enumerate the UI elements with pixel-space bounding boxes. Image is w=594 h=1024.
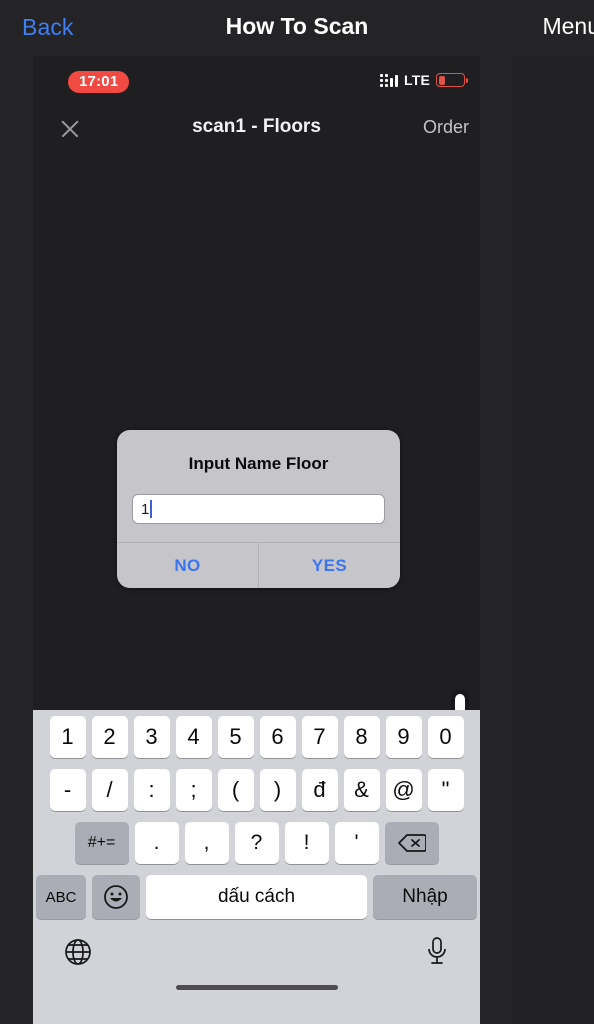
key-space[interactable]: dấu cách [146,875,367,919]
key-apostrophe[interactable]: ' [334,822,379,864]
app-header: Back How To Scan Menu [0,0,594,56]
input-name-floor-dialog: Input Name Floor 1 NO YES [117,430,400,588]
floor-name-input-value: 1 [141,500,150,518]
order-button[interactable]: Order [423,117,469,138]
key-1[interactable]: 1 [49,716,86,758]
page-title: How To Scan [225,13,369,39]
key-dong[interactable]: đ [301,769,338,811]
keyboard-bottom-bar [36,930,477,1000]
key-at[interactable]: @ [385,769,422,811]
key-semicolon[interactable]: ; [175,769,212,811]
key-4[interactable]: 4 [175,716,212,758]
key-period[interactable]: . [134,822,179,864]
emoji-smiley-icon[interactable] [92,875,140,919]
key-colon[interactable]: : [133,769,170,811]
scan-title: scan1 - Floors [192,116,321,137]
text-caret [150,500,153,518]
key-9[interactable]: 9 [385,716,422,758]
dialog-field-wrapper: 1 [117,474,400,542]
microphone-icon[interactable] [425,936,449,971]
key-slash[interactable]: / [91,769,128,811]
key-8[interactable]: 8 [343,716,380,758]
key-question[interactable]: ? [234,822,279,864]
globe-icon[interactable] [64,938,92,971]
no-button[interactable]: NO [117,543,258,588]
carrier-tech-label: LTE [403,72,430,88]
key-exclamation[interactable]: ! [284,822,329,864]
recording-time-indicator[interactable]: 17:01 [68,71,130,93]
right-panel [512,56,594,1024]
backspace-icon[interactable] [384,822,439,864]
phone-screen: 17:01 LTE scan1 - Floors Order Input Nam… [33,56,480,1024]
key-0[interactable]: 0 [427,716,464,758]
battery-low-icon [436,73,468,87]
screenshot-root: Back How To Scan Menu 17:01 LTE scan1 - … [0,0,594,1024]
status-bar-right: LTE [379,72,468,88]
menu-button[interactable]: Menu [542,13,594,40]
status-bar: 17:01 LTE [33,56,480,104]
key-quote-double[interactable]: " [427,769,464,811]
dialog-title: Input Name Floor [188,454,329,473]
key-paren-close[interactable]: ) [259,769,296,811]
dialog-actions: NO YES [117,542,400,588]
key-symbols-toggle[interactable]: #+= [74,822,129,864]
key-7[interactable]: 7 [301,716,338,758]
key-enter[interactable]: Nhập [373,875,477,919]
keyboard-row-bottom: ABC dấu cách Nhập [36,875,477,919]
floor-name-input[interactable]: 1 [132,494,385,524]
key-abc-toggle[interactable]: ABC [36,875,86,919]
yes-button[interactable]: YES [258,543,400,588]
signal-dots-icon [379,73,398,87]
scan-nav-bar: scan1 - Floors Order [33,104,480,154]
key-ampersand[interactable]: & [343,769,380,811]
keyboard-row-symbols-1: - / : ; ( ) đ & @ " [36,769,477,811]
scan-canvas: Input Name Floor 1 NO YES [33,154,480,776]
key-paren-open[interactable]: ( [217,769,254,811]
key-6[interactable]: 6 [259,716,296,758]
key-hyphen[interactable]: - [49,769,86,811]
left-gutter [0,56,33,1024]
keyboard: 1 2 3 4 5 6 7 8 9 0 - / : ; ( ) đ & @ " … [33,710,480,1024]
home-indicator[interactable] [175,985,338,990]
keyboard-row-numbers: 1 2 3 4 5 6 7 8 9 0 [36,716,477,758]
key-2[interactable]: 2 [91,716,128,758]
key-5[interactable]: 5 [217,716,254,758]
key-3[interactable]: 3 [133,716,170,758]
keyboard-row-symbols-2: #+= . , ? ! ' [36,822,477,864]
key-comma[interactable]: , [184,822,229,864]
